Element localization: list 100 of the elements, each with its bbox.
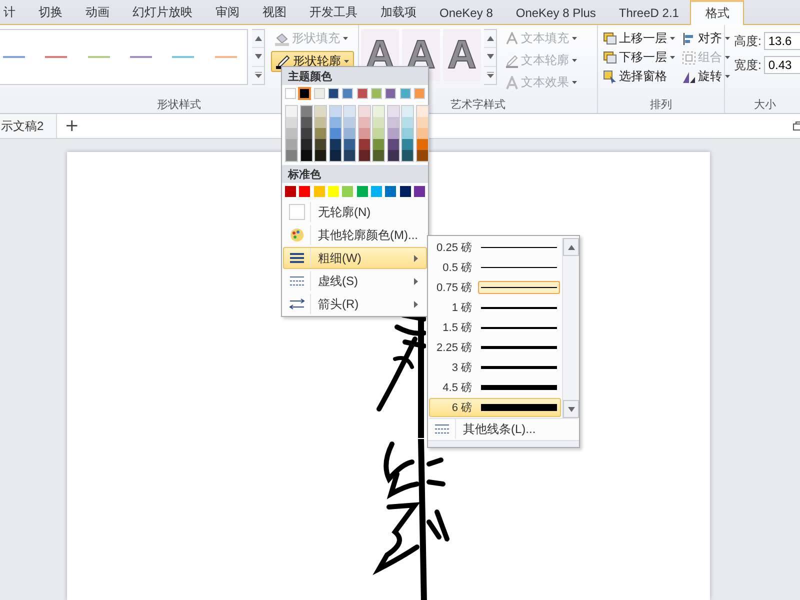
color-swatch[interactable] — [402, 106, 413, 117]
ribbon-tab[interactable]: 审阅 — [204, 1, 251, 24]
ribbon-tab[interactable]: 加载项 — [369, 1, 428, 24]
color-swatch[interactable] — [385, 88, 396, 99]
color-swatch[interactable] — [385, 186, 396, 197]
color-swatch[interactable] — [358, 106, 370, 117]
line-style-sample[interactable] — [88, 56, 110, 58]
color-swatch[interactable] — [373, 106, 384, 117]
scroll-down-icon[interactable] — [254, 54, 262, 60]
line-style-sample[interactable] — [130, 56, 152, 58]
line-style-sample[interactable] — [172, 56, 194, 58]
color-swatch[interactable] — [286, 139, 297, 150]
weight-option[interactable]: 0.75 磅 — [429, 278, 561, 297]
color-swatch[interactable] — [342, 186, 354, 197]
color-swatch[interactable] — [286, 117, 297, 128]
color-swatch[interactable] — [285, 186, 296, 197]
color-swatch[interactable] — [330, 106, 340, 117]
color-swatch[interactable] — [356, 186, 368, 197]
line-style-sample[interactable] — [3, 56, 26, 58]
restore-icon[interactable] — [793, 121, 800, 131]
color-swatch[interactable] — [300, 106, 312, 117]
color-swatch[interactable] — [315, 128, 326, 139]
document-tab[interactable]: 示文稿2 — [0, 114, 57, 138]
weight-option[interactable]: 4.5 磅 — [429, 378, 561, 397]
more-icon[interactable] — [486, 72, 494, 78]
color-swatch[interactable] — [330, 128, 340, 139]
color-swatch[interactable] — [358, 117, 370, 128]
weight-option[interactable]: 1 磅 — [429, 298, 561, 317]
scroll-up-icon[interactable] — [486, 36, 494, 42]
menu-item[interactable]: 无轮廓(N) — [283, 201, 427, 223]
color-swatch[interactable] — [416, 117, 428, 128]
new-tab-button[interactable]: + — [56, 116, 87, 136]
color-swatch[interactable] — [388, 128, 398, 139]
color-swatch[interactable] — [414, 186, 425, 197]
color-swatch[interactable] — [286, 106, 297, 117]
ribbon-tab[interactable]: OneKey 8 — [428, 1, 504, 24]
menu-item[interactable]: 其他轮廓颜色(M)... — [283, 224, 427, 246]
color-swatch[interactable] — [371, 88, 382, 99]
color-swatch[interactable] — [330, 117, 340, 128]
color-swatch[interactable] — [414, 88, 425, 99]
ribbon-tab[interactable]: 计 — [0, 1, 27, 24]
color-swatch[interactable] — [315, 117, 326, 128]
color-swatch[interactable] — [400, 186, 411, 197]
size-input[interactable]: 0.43 — [764, 56, 800, 74]
color-swatch[interactable] — [388, 117, 398, 128]
gallery-scrollbar[interactable] — [252, 29, 265, 85]
ribbon-tab[interactable]: 视图 — [251, 1, 298, 24]
ribbon-command[interactable]: 上移一层 — [600, 29, 679, 48]
color-swatch[interactable] — [344, 139, 355, 150]
ribbon-command[interactable]: 对齐 — [679, 29, 734, 48]
menu-item[interactable]: 箭头(R) — [283, 293, 427, 315]
color-swatch[interactable] — [314, 88, 325, 99]
ribbon-tab[interactable]: 格式 — [690, 0, 744, 25]
color-swatch[interactable] — [416, 150, 428, 161]
line-style-sample[interactable] — [45, 56, 68, 58]
color-swatch[interactable] — [416, 128, 428, 139]
color-swatch[interactable] — [300, 150, 312, 161]
weight-option[interactable]: 2.25 磅 — [429, 338, 561, 357]
color-swatch[interactable] — [371, 186, 382, 197]
ribbon-tab[interactable]: 幻灯片放映 — [121, 1, 204, 24]
weight-option[interactable]: 1.5 磅 — [429, 318, 561, 337]
line-style-sample[interactable] — [214, 56, 237, 58]
scroll-down-icon[interactable] — [486, 54, 494, 60]
color-swatch[interactable] — [315, 139, 326, 150]
color-swatch[interactable] — [402, 128, 413, 139]
color-swatch[interactable] — [330, 150, 340, 161]
color-swatch[interactable] — [373, 139, 384, 150]
color-swatch[interactable] — [344, 128, 355, 139]
resize-grip[interactable] — [428, 440, 579, 447]
menu-item[interactable]: 粗细(W) — [283, 247, 427, 269]
color-swatch[interactable] — [286, 150, 297, 161]
color-swatch[interactable] — [373, 150, 384, 161]
color-swatch[interactable] — [388, 150, 398, 161]
color-swatch[interactable] — [402, 150, 413, 161]
color-swatch[interactable] — [358, 150, 370, 161]
color-swatch[interactable] — [344, 150, 355, 161]
menu-item[interactable]: 虚线(S) — [283, 270, 427, 292]
color-swatch[interactable] — [344, 117, 355, 128]
color-swatch[interactable] — [330, 139, 340, 150]
color-swatch[interactable] — [328, 88, 339, 99]
color-swatch[interactable] — [388, 106, 398, 117]
scroll-down-icon[interactable] — [568, 406, 574, 412]
weight-option[interactable]: 3 磅 — [429, 358, 561, 377]
ribbon-tab[interactable]: 切换 — [27, 1, 74, 24]
scroll-up-icon[interactable] — [568, 244, 574, 250]
ribbon-tab[interactable]: OneKey 8 Plus — [504, 1, 608, 24]
color-swatch[interactable] — [315, 150, 326, 161]
ribbon-tab[interactable]: 动画 — [74, 1, 121, 24]
color-swatch[interactable] — [315, 106, 326, 117]
color-swatch[interactable] — [286, 128, 297, 139]
size-input[interactable]: 13.6 — [764, 32, 800, 50]
color-swatch[interactable] — [314, 186, 325, 197]
color-swatch[interactable] — [402, 117, 413, 128]
color-swatch[interactable] — [358, 139, 370, 150]
scrollbar[interactable] — [562, 238, 579, 418]
ribbon-tab[interactable]: 开发工具 — [298, 1, 369, 24]
color-swatch[interactable] — [388, 139, 398, 150]
gallery-scrollbar[interactable] — [484, 29, 497, 85]
color-swatch[interactable] — [373, 117, 384, 128]
color-swatch[interactable] — [416, 106, 428, 117]
